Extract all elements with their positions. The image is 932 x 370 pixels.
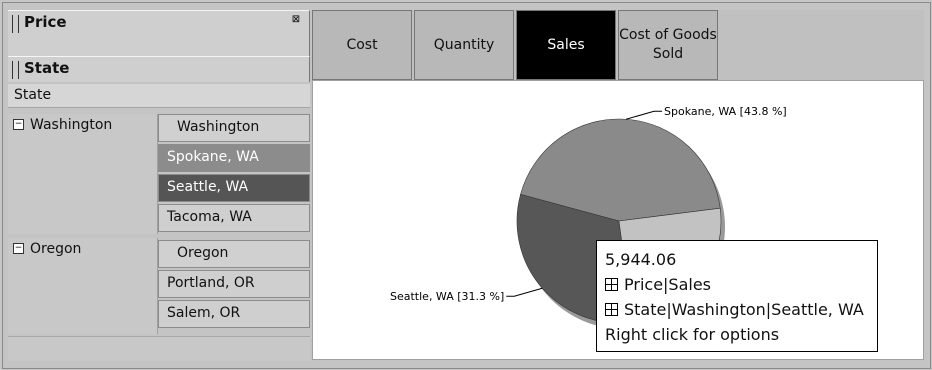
leader-line xyxy=(625,110,663,120)
data-tooltip: 5,944.06 Price|Sales State|Washington|Se… xyxy=(596,240,878,352)
tab-cost[interactable]: Cost xyxy=(312,10,412,80)
tab-sales[interactable]: Sales xyxy=(516,10,616,80)
tooltip-path-row: State|Washington|Seattle, WA xyxy=(605,297,869,322)
minus-box-icon[interactable]: − xyxy=(13,119,24,130)
leader-line xyxy=(506,287,543,297)
tooltip-footer: Right click for options xyxy=(605,325,780,344)
city-cell-spokane[interactable]: Spokane, WA xyxy=(158,144,310,172)
plus-box-icon xyxy=(605,303,618,316)
city-cell-portland[interactable]: Portland, OR xyxy=(158,270,310,298)
city-cell-tacoma[interactable]: Tacoma, WA xyxy=(158,204,310,232)
plus-box-icon xyxy=(605,278,618,291)
city-cell-seattle[interactable]: Seattle, WA xyxy=(158,174,310,202)
slice-label: Spokane, WA [43.8 %] xyxy=(664,105,787,118)
group-washington: − Washington xyxy=(8,114,158,234)
slice-label: Seattle, WA [31.3 %] xyxy=(390,290,504,303)
group-oregon: − Oregon xyxy=(8,238,158,334)
options-icon[interactable]: ⊠ xyxy=(291,15,301,25)
drag-grip-icon[interactable] xyxy=(12,15,19,33)
oregon-header-cell[interactable]: Oregon xyxy=(158,240,310,268)
price-dimension-label: Price xyxy=(24,13,67,31)
tab-quantity[interactable]: Quantity xyxy=(414,10,514,80)
minus-box-icon[interactable]: − xyxy=(13,243,24,254)
group-label: Washington xyxy=(30,117,113,133)
footer-band xyxy=(8,336,310,361)
state-dimension-header[interactable]: State xyxy=(8,56,310,82)
measure-tabs: Cost Quantity Sales Cost of Goods Sold xyxy=(312,10,924,81)
tooltip-measure-row: Price|Sales xyxy=(605,272,869,297)
drag-grip-icon[interactable] xyxy=(12,61,19,79)
tab-cost-of-goods-sold[interactable]: Cost of Goods Sold xyxy=(618,10,718,80)
tooltip-value: 5,944.06 xyxy=(605,250,677,269)
group-label: Oregon xyxy=(30,241,82,257)
price-dimension-header[interactable]: Price ⊠ xyxy=(8,10,310,56)
washington-header-cell[interactable]: Washington xyxy=(158,114,310,142)
state-dimension-label: State xyxy=(24,59,70,77)
state-column-header: State xyxy=(8,84,310,108)
city-cell-salem[interactable]: Salem, OR xyxy=(158,300,310,328)
